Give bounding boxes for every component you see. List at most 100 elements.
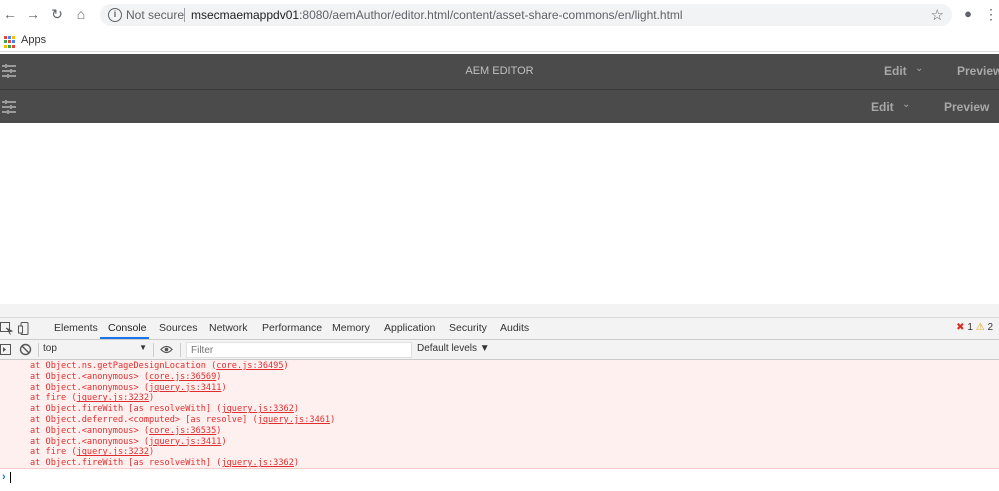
address-bar[interactable]: i Not secure msecmaemappdv01:8080/aemAut… <box>100 4 952 26</box>
editor-canvas[interactable] <box>0 123 999 304</box>
console-line: at Object.deferred.<computed> [as resolv… <box>0 415 999 426</box>
stack-frame-text: at Object.fireWith [as resolveWith] ( <box>30 404 222 415</box>
menu-icon[interactable]: ⋮ <box>983 6 999 22</box>
console-toolbar: top ▼ Default levels ▼ <box>0 340 999 360</box>
error-count: 1 <box>967 322 973 333</box>
tab-elements[interactable]: Elements <box>54 322 98 334</box>
not-secure-label[interactable]: Not secure <box>126 8 184 22</box>
source-link[interactable]: jquery.js:3232 <box>77 447 149 457</box>
extension-icon[interactable]: ● <box>960 6 976 22</box>
stack-frame-tail: ) <box>149 447 155 458</box>
stack-frame-text: at Object.deferred.<computed> [as resolv… <box>30 414 258 425</box>
warning-icon: ⚠ <box>975 322 985 333</box>
issue-counter[interactable]: ✖ 1 ⚠ 2 <box>956 322 993 333</box>
apps-icon[interactable] <box>4 36 16 48</box>
console-prompt[interactable]: › <box>0 469 999 491</box>
chevron-down-icon[interactable]: ⌄ <box>902 99 910 110</box>
toolbar-divider <box>153 343 154 357</box>
prompt-chevron-icon: › <box>2 471 6 483</box>
device-toolbar-icon[interactable] <box>18 322 31 335</box>
preview-button[interactable]: Preview <box>944 100 989 114</box>
stack-frame-text: at fire ( <box>30 393 77 404</box>
stack-frame-text: at Object.fireWith [as resolveWith] ( <box>30 458 222 469</box>
page-title: AEM EDITOR <box>465 65 534 77</box>
devtools-tabbar: Elements Console Sources Network Perform… <box>0 318 999 340</box>
context-value: top <box>43 343 57 354</box>
stack-frame-text: at Object.<anonymous> ( <box>30 425 149 436</box>
source-link[interactable]: jquery.js:3461 <box>258 415 330 425</box>
tab-sources[interactable]: Sources <box>159 322 198 334</box>
console-line: at Object.<anonymous> (core.js:36535) <box>0 426 999 437</box>
tab-memory[interactable]: Memory <box>332 322 370 334</box>
source-link[interactable]: core.js:36535 <box>149 426 216 436</box>
source-link[interactable]: core.js:36569 <box>149 372 216 382</box>
url-host: msecmaemappdv01 <box>191 8 300 22</box>
preview-button[interactable]: Preview <box>957 64 999 78</box>
log-levels-dropdown[interactable]: Default levels ▼ <box>417 343 490 354</box>
source-link[interactable]: jquery.js:3411 <box>149 383 221 393</box>
devtools-resize-handle[interactable] <box>0 304 999 318</box>
error-icon: ✖ <box>956 322 965 333</box>
tab-console[interactable]: Console <box>108 322 147 334</box>
stack-frame-text: at Object.<anonymous> ( <box>30 436 149 447</box>
forward-icon[interactable]: → <box>25 6 41 22</box>
tab-audits[interactable]: Audits <box>500 322 529 334</box>
eye-icon[interactable] <box>160 343 173 356</box>
stack-frame-text: at Object.<anonymous> ( <box>30 382 149 393</box>
side-panel-toggle-icon[interactable] <box>2 100 16 114</box>
stack-frame-text: at Object.ns.getPageDesignLocation ( <box>30 361 217 371</box>
stack-frame-tail: ) <box>283 361 289 371</box>
source-link[interactable]: jquery.js:3362 <box>221 458 293 468</box>
back-icon[interactable]: ← <box>2 6 18 22</box>
tab-network[interactable]: Network <box>209 322 248 334</box>
console-line: at Object.fireWith [as resolveWith] (jqu… <box>0 458 999 469</box>
tab-application[interactable]: Application <box>384 322 435 334</box>
console-line: at Object.fireWith [as resolveWith] (jqu… <box>0 404 999 415</box>
inspect-element-icon[interactable] <box>0 322 13 335</box>
console-filter-input[interactable] <box>186 342 412 358</box>
edit-mode-button[interactable]: Edit <box>884 64 907 78</box>
source-link[interactable]: jquery.js:3411 <box>149 437 221 447</box>
home-icon[interactable]: ⌂ <box>73 6 89 22</box>
toolbar-divider <box>38 343 39 357</box>
console-line: at fire (jquery.js:3232) <box>0 393 999 404</box>
source-link[interactable]: core.js:36495 <box>216 361 283 371</box>
stack-frame-text: at fire ( <box>30 447 77 458</box>
stack-frame-tail: ) <box>293 458 300 469</box>
apps-bookmark[interactable]: Apps <box>21 34 46 46</box>
sidebar-toggle-icon[interactable] <box>0 343 13 356</box>
console-line: at Object.<anonymous> (core.js:36569) <box>0 372 999 383</box>
stack-frame-tail: ) <box>216 371 222 382</box>
console-line: at Object.<anonymous> (jquery.js:3411) <box>0 383 999 394</box>
source-link[interactable]: jquery.js:3362 <box>221 404 293 414</box>
stack-frame-tail: ) <box>330 414 336 425</box>
chevron-down-icon[interactable]: ⌄ <box>915 63 923 74</box>
reload-icon[interactable]: ↻ <box>49 6 65 22</box>
info-icon[interactable]: i <box>108 8 122 22</box>
context-select[interactable]: top ▼ <box>43 343 149 358</box>
aem-editor-header-secondary: Edit ⌄ Preview <box>0 89 999 123</box>
stack-frame-text: at Object.<anonymous> ( <box>30 371 149 382</box>
tab-security[interactable]: Security <box>449 322 487 334</box>
stack-frame-tail: ) <box>293 404 300 415</box>
text-cursor <box>10 472 11 483</box>
url-path: :8080/aemAuthor/editor.html/content/asse… <box>299 8 683 22</box>
source-link[interactable]: jquery.js:3232 <box>77 393 149 403</box>
stack-frame-tail: ) <box>221 382 227 393</box>
stack-frame-tail: ) <box>216 425 222 436</box>
edit-mode-button[interactable]: Edit <box>871 100 894 114</box>
bookmarks-bar: Apps <box>0 30 999 52</box>
browser-toolbar: ← → ↻ ⌂ i Not secure msecmaemappdv01:808… <box>0 0 999 30</box>
dropdown-arrow-icon: ▼ <box>139 343 147 352</box>
console-output: at Object.ns.getPageDesignLocation (core… <box>0 360 999 469</box>
clear-console-icon[interactable] <box>19 343 32 356</box>
console-line: at Object.ns.getPageDesignLocation (core… <box>0 361 999 372</box>
star-icon[interactable]: ☆ <box>931 6 944 24</box>
console-line: at Object.<anonymous> (jquery.js:3411) <box>0 437 999 448</box>
active-tab-indicator <box>100 337 149 339</box>
url-text[interactable]: msecmaemappdv01:8080/aemAuthor/editor.ht… <box>191 8 683 22</box>
warning-count: 2 <box>987 322 993 333</box>
toolbar-divider <box>180 343 181 357</box>
stack-frame-tail: ) <box>149 393 155 404</box>
tab-performance[interactable]: Performance <box>262 322 322 334</box>
